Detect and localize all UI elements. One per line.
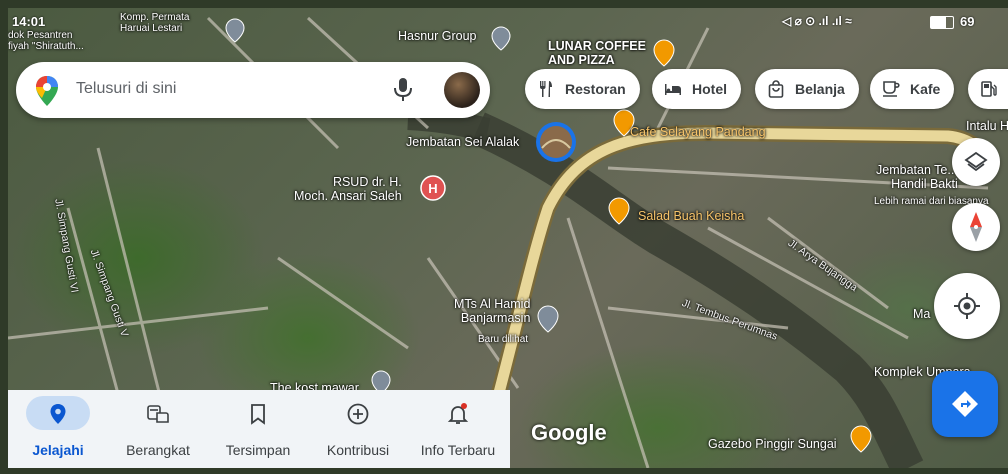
chip-label: Kafe [910,81,941,97]
chip-label: Hotel [692,81,727,97]
label-gazebo-pinggir-sungai[interactable]: Gazebo Pinggir Sungai [708,437,837,452]
nav-label: Berangkat [126,442,190,458]
chip-label: Belanja [795,81,845,97]
battery-icon [930,16,954,29]
search-input[interactable]: Telusuri di sini [76,80,176,98]
school-pin-icon[interactable] [537,305,559,333]
my-location-button[interactable] [934,273,1000,339]
add-circle-icon [347,403,369,425]
label-hasnur-group[interactable]: Hasnur Group [398,29,477,44]
label-intalu[interactable]: Intalu H [966,119,1008,134]
chip-hotel[interactable]: Hotel [652,69,741,109]
status-battery: 69 [960,14,975,29]
search-bar[interactable]: Telusuri di sini [16,62,490,118]
nav-item-info-terbaru[interactable]: Info Terbaru [408,390,508,468]
shopping-bag-icon [768,80,784,98]
gas-station-icon [981,81,997,97]
nav-item-jelajahi[interactable]: Jelajahi [8,390,108,468]
location-pin-icon [50,404,66,424]
avatar[interactable] [444,72,480,108]
directions-button[interactable] [932,371,998,437]
chip-gas-station[interactable] [968,69,1008,109]
label-cafe-selayang-pandang[interactable]: Cafe Selayang Pandang [630,125,766,140]
nav-item-tersimpan[interactable]: Tersimpan [208,390,308,468]
bridge-photo-pin-icon[interactable] [536,122,576,162]
google-maps-logo-icon [36,76,58,106]
chip-restoran[interactable]: Restoran [525,69,640,109]
directions-icon [952,391,978,417]
place-pin-icon[interactable] [491,26,511,51]
status-time: 14:01 [12,14,46,29]
commute-icon [147,405,169,423]
status-icons: ◁ ⌀ ⊙ .ıl .ıl ≈ [782,14,852,28]
label-komp-permata[interactable]: Komp. Permata Haruai Lestari [120,12,189,34]
cafe-pin-icon[interactable] [653,39,675,67]
cafe-icon [883,81,900,97]
nav-item-kontribusi[interactable]: Kontribusi [308,390,408,468]
label-jembatan-sei-alalak[interactable]: Jembatan Sei Alalak [406,135,519,150]
compass-button[interactable] [952,203,1000,251]
notification-bell-icon [447,403,469,424]
layers-button[interactable] [952,138,1000,186]
label-salad-buah-keisha[interactable]: Salad Buah Keisha [638,209,744,224]
bookmark-icon [251,404,265,425]
nav-label: Info Terbaru [420,442,496,458]
screen: H Komp. Permata Haruai Lestari dok Pesan… [0,0,1008,474]
compass-icon [970,212,982,242]
bottom-navigation: Jelajahi Berangkat Tersimpan Kontribusi … [8,390,510,468]
nav-label: Jelajahi [32,442,84,458]
hospital-pin-icon[interactable]: H [420,175,446,201]
nav-item-berangkat[interactable]: Berangkat [108,390,208,468]
label-ma[interactable]: Ma [913,307,930,322]
nav-label: Tersimpan [225,442,291,458]
microphone-icon[interactable] [394,78,412,102]
label-baru-dilihat: Baru dilihat [478,334,529,345]
label-mts-al-hamid[interactable]: MTs Al Hamid Banjarmasin [454,297,530,326]
hotel-icon [665,84,681,95]
label-lunar-coffee[interactable]: LUNAR COFFEE AND PIZZA [548,39,646,68]
nav-label: Kontribusi [326,442,390,458]
svg-text:H: H [428,181,437,196]
chip-kafe[interactable]: Kafe [870,69,955,109]
crosshair-icon [954,293,980,319]
chip-label: Restoran [565,81,626,97]
chip-belanja[interactable]: Belanja [755,69,859,109]
restaurant-pin-icon[interactable] [850,425,872,453]
restaurant-icon [540,81,552,97]
label-pesantren[interactable]: dok Pesantren fiyah "Shiratuth... [8,30,84,52]
layers-icon [964,151,988,172]
label-jembatan-handil-bakti[interactable]: Jembatan Te... Handil Bakti [876,163,958,192]
label-rsud[interactable]: RSUD dr. H. Moch. Ansari Saleh [294,175,402,204]
google-watermark: Google [531,420,607,445]
